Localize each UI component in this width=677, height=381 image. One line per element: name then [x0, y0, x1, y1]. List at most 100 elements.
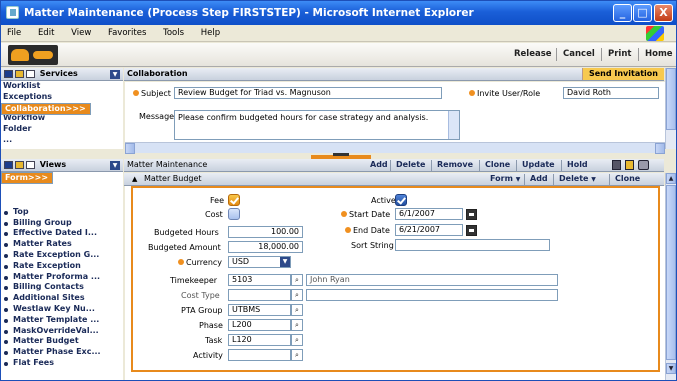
- tree-item[interactable]: Westlaw Key Nu...: [1, 304, 123, 315]
- tree-item[interactable]: Rate Exception: [1, 261, 123, 272]
- menu-file[interactable]: File: [7, 28, 21, 38]
- amount-input[interactable]: 18,000.00: [228, 241, 303, 253]
- subject-input[interactable]: Review Budget for Triad vs. Magnuson: [174, 87, 442, 99]
- calendar-icon[interactable]: [466, 225, 477, 236]
- layout-icon[interactable]: [4, 161, 13, 169]
- form-scrollbar[interactable]: ▲ ▼: [665, 173, 676, 380]
- nav-item-worklist[interactable]: Worklist: [1, 81, 123, 92]
- fee-checkbox[interactable]: [228, 194, 240, 206]
- separator: [524, 174, 525, 185]
- message-textarea[interactable]: Please confirm budgeted hours for case s…: [174, 110, 460, 140]
- hold-button[interactable]: Hold: [567, 160, 588, 171]
- ie-window: Matter Maintenance (Process Step FIRSTST…: [0, 0, 677, 381]
- calendar-icon[interactable]: [466, 209, 477, 220]
- search-icon[interactable]: ⌕: [291, 304, 303, 316]
- attach-icon[interactable]: [638, 160, 649, 170]
- collapse-icon[interactable]: ▲: [132, 175, 137, 183]
- add-button[interactable]: Add: [370, 160, 388, 171]
- scroll-right-icon[interactable]: [655, 143, 665, 154]
- tree-item[interactable]: MaskOverrideVal...: [1, 326, 123, 337]
- nav-item-workflow[interactable]: Workflow: [1, 113, 123, 124]
- services-dropdown-icon[interactable]: ▼: [110, 70, 120, 79]
- close-button[interactable]: X: [654, 4, 673, 22]
- menu-edit[interactable]: Edit: [38, 28, 54, 38]
- print-icon[interactable]: [612, 160, 621, 170]
- task-input[interactable]: L120: [228, 334, 291, 346]
- costtype-input[interactable]: [228, 289, 291, 301]
- send-invitation-button[interactable]: Send Invitation: [581, 68, 664, 80]
- scroll-down-icon[interactable]: ▼: [666, 363, 676, 374]
- end-date-input[interactable]: 6/21/2007: [395, 224, 463, 236]
- update-button[interactable]: Update: [522, 160, 555, 171]
- active-checkbox[interactable]: [395, 194, 407, 206]
- start-date-input[interactable]: 6/1/2007: [395, 208, 463, 220]
- search-icon[interactable]: ⌕: [291, 334, 303, 346]
- pta-input[interactable]: UTBMS: [228, 304, 291, 316]
- nav-item-collaboration[interactable]: Collaboration >>>: [1, 102, 91, 115]
- currency-select[interactable]: USD ▼: [228, 256, 291, 268]
- activity-input[interactable]: [228, 349, 291, 361]
- lock-icon[interactable]: [625, 160, 634, 170]
- tree-item[interactable]: Additional Sites: [1, 293, 123, 304]
- timekeeper-input[interactable]: 5103: [228, 274, 291, 286]
- maximize-button[interactable]: □: [633, 4, 652, 22]
- search-icon[interactable]: ⌕: [291, 349, 303, 361]
- textarea-scrollbar[interactable]: [448, 111, 459, 139]
- form-button[interactable]: Form ▼: [490, 174, 520, 185]
- scroll-thumb[interactable]: [666, 185, 676, 360]
- budget-delete-button[interactable]: Delete ▼: [559, 174, 596, 185]
- home-button[interactable]: Home: [645, 49, 673, 59]
- tree-item[interactable]: Matter Phase Exc...: [1, 347, 123, 358]
- collab-hscrollbar[interactable]: [125, 142, 665, 154]
- nav-item-more[interactable]: ...: [1, 135, 123, 146]
- costtype-label: Cost Type: [181, 291, 220, 300]
- nav-item-exceptions[interactable]: Exceptions: [1, 92, 123, 103]
- nav-item-folder[interactable]: Folder: [1, 124, 123, 135]
- cancel-button[interactable]: Cancel: [563, 49, 595, 59]
- print-button[interactable]: Print: [608, 49, 631, 59]
- tree-item[interactable]: Top: [1, 207, 123, 218]
- tree-item[interactable]: Flat Fees: [1, 358, 123, 369]
- invite-input[interactable]: David Roth: [563, 87, 659, 99]
- tree-item[interactable]: Rate Exception G...: [1, 250, 123, 261]
- list-icon[interactable]: [26, 161, 35, 169]
- search-icon[interactable]: ⌕: [291, 274, 303, 286]
- menu-favorites[interactable]: Favorites: [108, 28, 146, 38]
- search-icon[interactable]: ⌕: [291, 289, 303, 301]
- scroll-thumb[interactable]: [666, 68, 676, 130]
- minimize-button[interactable]: _: [613, 4, 632, 22]
- tree-item[interactable]: Billing Group: [1, 218, 123, 229]
- scroll-left-icon[interactable]: [125, 143, 135, 154]
- splitter-grip-icon[interactable]: [333, 153, 349, 156]
- phase-input[interactable]: L200: [228, 319, 291, 331]
- layout-icon[interactable]: [4, 70, 13, 78]
- budget-clone-button[interactable]: Clone: [615, 174, 640, 185]
- clone-button[interactable]: Clone: [485, 160, 510, 171]
- layout-icon[interactable]: [15, 161, 24, 169]
- tree-item[interactable]: Effective Dated I...: [1, 228, 123, 239]
- menu-help[interactable]: Help: [201, 28, 220, 38]
- tree-item[interactable]: Matter Proforma ...: [1, 272, 123, 283]
- list-icon[interactable]: [26, 70, 35, 78]
- tree-item[interactable]: Matter Template ...: [1, 315, 123, 326]
- sort-input[interactable]: [395, 239, 550, 251]
- tree-item[interactable]: Billing Contacts: [1, 282, 123, 293]
- budget-form-area: Fee Cost Budgeted Hours 100.00 Budgeted …: [125, 186, 665, 380]
- search-icon[interactable]: ⌕: [291, 319, 303, 331]
- cost-checkbox[interactable]: [228, 208, 240, 220]
- budget-add-button[interactable]: Add: [530, 174, 548, 185]
- remove-button[interactable]: Remove: [437, 160, 473, 171]
- collab-scrollbar[interactable]: [665, 68, 676, 149]
- tree-item[interactable]: Matter Budget: [1, 336, 123, 347]
- tree-item[interactable]: Matter Rates: [1, 239, 123, 250]
- release-button[interactable]: Release: [514, 49, 552, 59]
- hours-input[interactable]: 100.00: [228, 226, 303, 238]
- nav-item-form[interactable]: Form >>>: [1, 172, 54, 184]
- menu-view[interactable]: View: [71, 28, 91, 38]
- scroll-up-icon[interactable]: ▲: [666, 173, 676, 184]
- views-dropdown-icon[interactable]: ▼: [110, 161, 120, 170]
- message-text: Please confirm budgeted hours for case s…: [178, 113, 429, 122]
- layout-icon[interactable]: [15, 70, 24, 78]
- delete-button[interactable]: Delete: [396, 160, 425, 171]
- menu-tools[interactable]: Tools: [163, 28, 184, 38]
